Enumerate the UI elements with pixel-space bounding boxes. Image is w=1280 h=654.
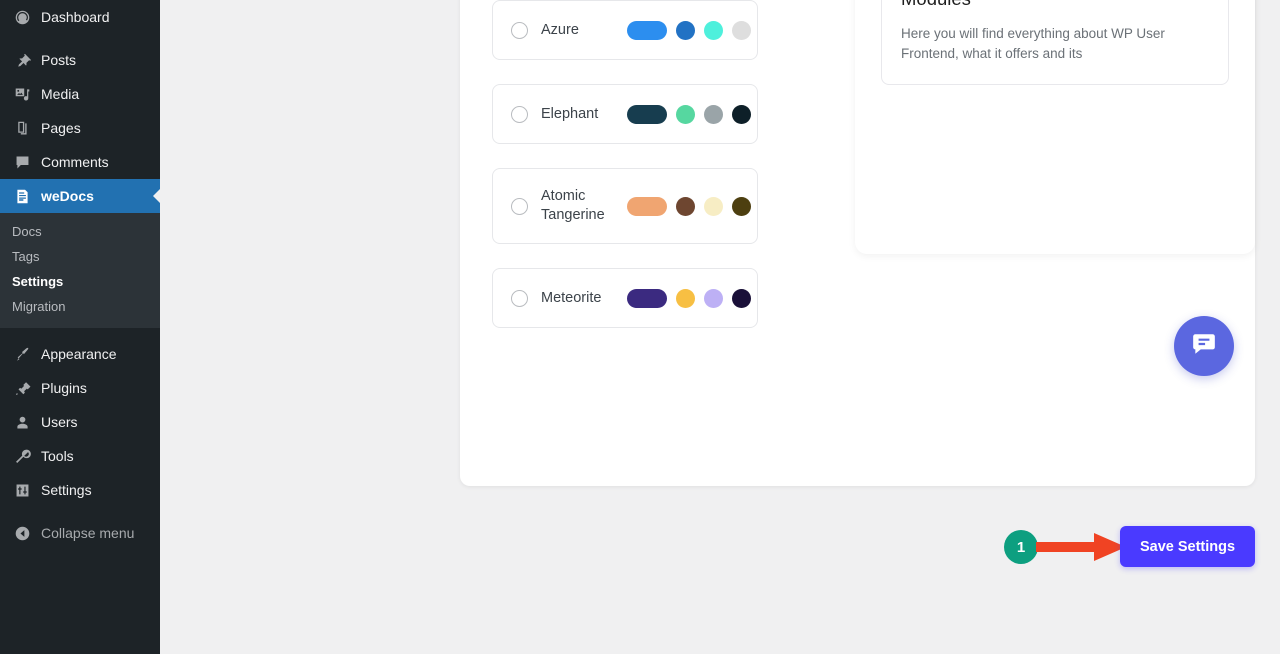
sidebar-subitem-label: Docs xyxy=(12,224,42,239)
paintbrush-icon xyxy=(12,344,32,364)
plug-icon xyxy=(12,378,32,398)
theme-radio[interactable] xyxy=(511,198,528,215)
wrench-icon xyxy=(12,446,32,466)
theme-name-label: Azure xyxy=(541,21,627,40)
annotation-arrow-icon xyxy=(1036,531,1128,563)
swatch-secondary xyxy=(676,105,695,124)
sidebar-item-label: Media xyxy=(41,86,79,102)
sidebar-item-label: weDocs xyxy=(41,188,94,204)
screen: Dashboard Posts Media Pages Commen xyxy=(0,0,1280,654)
chat-bubble-button[interactable] xyxy=(1174,316,1234,376)
sidebar-item-wedocs[interactable]: weDocs xyxy=(0,179,160,213)
sidebar-item-label: Pages xyxy=(41,120,81,136)
user-icon xyxy=(12,412,32,432)
theme-radio[interactable] xyxy=(511,22,528,39)
swatch-quaternary xyxy=(732,105,751,124)
doc-title: Activating & Deactivating WPUF Modules xyxy=(901,0,1209,13)
sidebar-item-comments[interactable]: Comments xyxy=(0,145,160,179)
sidebar-divider xyxy=(0,34,160,43)
swatch-primary xyxy=(627,197,667,216)
sidebar-divider-2 xyxy=(0,328,160,337)
sidebar-item-tools[interactable]: Tools xyxy=(0,439,160,473)
swatch-quaternary xyxy=(732,21,751,40)
wedocs-submenu: Docs Tags Settings Migration xyxy=(0,213,160,328)
collapse-arrow-icon xyxy=(12,523,32,543)
docs-preview-panel: How to Install Here you will find everyt… xyxy=(855,0,1255,254)
theme-radio[interactable] xyxy=(511,290,528,307)
sidebar-item-media[interactable]: Media xyxy=(0,77,160,111)
swatch-tertiary xyxy=(704,21,723,40)
swatch-quaternary xyxy=(732,289,751,308)
sidebar-subitem-label: Migration xyxy=(12,299,65,314)
theme-name-label: Elephant xyxy=(541,105,627,124)
pages-icon xyxy=(12,118,32,138)
sidebar-item-label: Users xyxy=(41,414,78,430)
swatch-primary xyxy=(627,21,667,40)
doc-preview-card[interactable]: WP User Frontend... > Getting Started Ac… xyxy=(881,0,1229,85)
sidebar-subitem-settings[interactable]: Settings xyxy=(0,269,160,294)
theme-option-azure[interactable]: Azure xyxy=(492,0,758,60)
theme-name-label: Meteorite xyxy=(541,289,627,308)
swatch-primary xyxy=(627,105,667,124)
swatch-secondary xyxy=(676,289,695,308)
theme-name-label: Atomic Tangerine xyxy=(541,187,627,225)
theme-swatches xyxy=(627,105,751,124)
sidebar-item-users[interactable]: Users xyxy=(0,405,160,439)
theme-swatches xyxy=(627,289,751,308)
theme-option-atomic-tangerine[interactable]: Atomic Tangerine xyxy=(492,168,758,244)
sidebar-item-label: Tools xyxy=(41,448,74,464)
swatch-tertiary xyxy=(704,289,723,308)
swatch-tertiary xyxy=(704,197,723,216)
sidebar-item-label: Comments xyxy=(41,154,109,170)
admin-sidebar: Dashboard Posts Media Pages Commen xyxy=(0,0,160,654)
sidebar-item-label: Dashboard xyxy=(41,9,110,25)
sidebar-item-dashboard[interactable]: Dashboard xyxy=(0,0,160,34)
sidebar-subitem-label: Tags xyxy=(12,249,39,264)
theme-option-elephant[interactable]: Elephant xyxy=(492,84,758,144)
theme-radio[interactable] xyxy=(511,106,528,123)
sidebar-item-label: Plugins xyxy=(41,380,87,396)
annotation-step-badge: 1 xyxy=(1004,530,1038,564)
annotation-step-number: 1 xyxy=(1017,539,1025,556)
main-content: Azure Elephant xyxy=(160,0,1280,654)
sidebar-subitem-docs[interactable]: Docs xyxy=(0,219,160,244)
sidebar-item-settings[interactable]: Settings xyxy=(0,473,160,507)
comments-icon xyxy=(12,152,32,172)
swatch-tertiary xyxy=(704,105,723,124)
sidebar-item-label: Settings xyxy=(41,482,92,498)
sidebar-item-label: Appearance xyxy=(41,346,117,362)
sidebar-subitem-tags[interactable]: Tags xyxy=(0,244,160,269)
sidebar-subitem-label: Settings xyxy=(12,274,63,289)
sidebar-item-posts[interactable]: Posts xyxy=(0,43,160,77)
sidebar-item-collapse-menu[interactable]: Collapse menu xyxy=(0,516,160,550)
sliders-icon xyxy=(12,480,32,500)
theme-options-list: Azure Elephant xyxy=(492,0,758,352)
dashboard-icon xyxy=(12,7,32,27)
sidebar-item-label: Posts xyxy=(41,52,76,68)
pin-icon xyxy=(12,50,32,70)
theme-swatches xyxy=(627,21,751,40)
document-icon xyxy=(12,186,32,206)
sidebar-subitem-migration[interactable]: Migration xyxy=(0,294,160,319)
media-icon xyxy=(12,84,32,104)
swatch-primary xyxy=(627,289,667,308)
swatch-secondary xyxy=(676,197,695,216)
sidebar-divider-3 xyxy=(0,507,160,516)
swatch-quaternary xyxy=(732,197,751,216)
sidebar-item-appearance[interactable]: Appearance xyxy=(0,337,160,371)
swatch-secondary xyxy=(676,21,695,40)
theme-swatches xyxy=(627,197,751,216)
save-settings-button[interactable]: Save Settings xyxy=(1120,526,1255,567)
sidebar-item-label: Collapse menu xyxy=(41,525,134,541)
sidebar-item-plugins[interactable]: Plugins xyxy=(0,371,160,405)
settings-panel: Azure Elephant xyxy=(460,0,1255,486)
theme-option-meteorite[interactable]: Meteorite xyxy=(492,268,758,328)
chat-bubble-icon xyxy=(1191,331,1217,362)
sidebar-item-pages[interactable]: Pages xyxy=(0,111,160,145)
doc-description: Here you will find everything about WP U… xyxy=(901,24,1209,64)
